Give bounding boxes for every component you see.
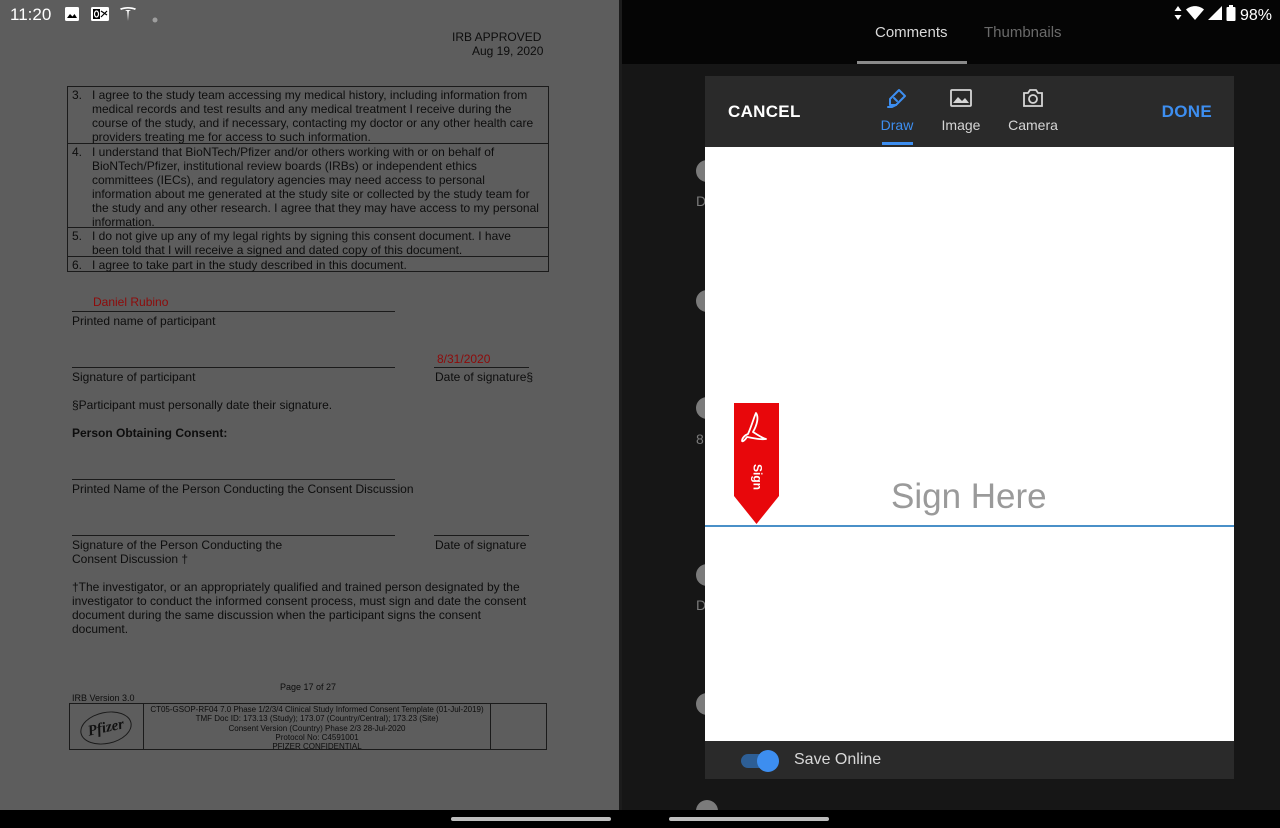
mode-tab-image[interactable]: Image — [931, 86, 991, 133]
person-signature-label: Signature of the Person Conducting the — [72, 538, 283, 552]
consent-item: 3. I agree to the study team accessing m… — [68, 87, 548, 144]
image-icon — [931, 86, 991, 110]
cancel-button[interactable]: CANCEL — [728, 102, 801, 122]
mode-tab-label: Image — [941, 117, 981, 133]
dot-icon — [152, 10, 158, 28]
save-online-toggle[interactable] — [741, 750, 779, 772]
mode-tab-camera[interactable]: Camera — [1003, 86, 1063, 133]
consent-item-number: 3. — [72, 88, 83, 102]
left-gesture-handle[interactable] — [451, 817, 611, 821]
person-date-label: Date of signature — [435, 538, 527, 552]
footer-line: CT05-GSOP-RF04 7.0 Phase 1/2/3/4 Clinica… — [150, 705, 484, 714]
date-of-signature-label: Date of signature§ — [435, 370, 534, 384]
battery-percentage: 98% — [1239, 6, 1272, 24]
toggle-knob — [757, 750, 779, 772]
status-indicators: 98% — [1174, 5, 1272, 26]
sign-flag-label: Sign — [750, 464, 764, 490]
footer-line: TMF Doc ID: 173.13 (Study); 173.07 (Coun… — [195, 714, 439, 724]
page-number: Page 17 of 27 — [280, 682, 337, 692]
mode-tab-label: Camera — [1008, 117, 1058, 133]
consent-item-text: I agree to the study team accessing my m… — [92, 88, 534, 144]
person-date-line — [434, 535, 529, 536]
right-gesture-handle[interactable] — [669, 817, 829, 821]
active-tab-indicator — [857, 61, 967, 64]
mode-tab-label: Draw — [880, 117, 914, 133]
participant-signature-line — [72, 367, 395, 368]
data-arrows-icon — [1174, 6, 1182, 25]
pen-icon — [867, 86, 927, 110]
consent-item-number: 5. — [72, 229, 83, 243]
outlook-icon — [90, 6, 110, 27]
signature-dialog: CANCEL Draw Image Camera DONE Sign Here … — [705, 76, 1234, 779]
status-bar: 11:20 98% — [0, 0, 1280, 28]
save-online-label: Save Online — [794, 751, 882, 768]
document-footer-text: CT05-GSOP-RF04 7.0 Phase 1/2/3/4 Clinica… — [144, 705, 490, 751]
tesla-icon — [119, 6, 137, 27]
consent-item: 6. I agree to take part in the study des… — [68, 257, 548, 272]
done-button[interactable]: DONE — [1162, 102, 1212, 122]
participant-name-value: Daniel Rubino — [93, 295, 169, 309]
participant-date-line — [434, 367, 529, 368]
footer-divider — [490, 704, 491, 749]
document-viewer[interactable]: IRB APPROVED Aug 19, 2020 3. I agree to … — [0, 0, 619, 810]
navigation-bar — [0, 810, 1280, 828]
signature-canvas[interactable]: Sign Here Sign — [705, 147, 1234, 741]
battery-icon — [1226, 5, 1236, 26]
person-signature-label-continued: Consent Discussion † — [72, 552, 189, 566]
signature-date-value: 8/31/2020 — [437, 352, 491, 366]
irb-stamp-line-2: Aug 19, 2020 — [472, 44, 544, 58]
signal-icon — [1207, 6, 1222, 25]
comment-snippet: 8 — [696, 431, 704, 447]
signature-baseline — [705, 525, 1234, 527]
dialog-header: CANCEL Draw Image Camera DONE — [705, 76, 1234, 147]
consent-item: 4. I understand that BioNTech/Pfizer and… — [68, 144, 548, 229]
wifi-icon — [1185, 6, 1204, 25]
consent-item-text: I understand that BioNTech/Pfizer and/or… — [92, 145, 539, 229]
participant-name-line — [72, 311, 395, 312]
person-obtaining-consent-heading: Person Obtaining Consent: — [72, 426, 228, 440]
image-icon — [64, 6, 80, 27]
irb-version: IRB Version 3.0 — [72, 693, 135, 703]
status-time: 11:20 — [10, 5, 52, 24]
sign-flag-icon: Sign — [734, 403, 779, 524]
footer-line: Consent Version (Country) Phase 2/3 28-J… — [228, 723, 406, 733]
irb-stamp-line-1: IRB APPROVED — [452, 30, 542, 44]
footer-line: Protocol No: C4591001 — [275, 732, 359, 742]
consent-item-text: I agree to take part in the study descri… — [92, 258, 407, 272]
person-name-line — [72, 479, 395, 480]
dialog-footer: Save Online — [705, 741, 1234, 779]
consent-statements-table: 3. I agree to the study team accessing m… — [67, 86, 549, 272]
footer-line: PFIZER CONFIDENTIAL — [272, 742, 362, 752]
consent-item-number: 6. — [72, 258, 83, 272]
date-note: §Participant must personally date their … — [72, 398, 333, 412]
person-signature-line — [72, 535, 395, 536]
mode-tab-draw[interactable]: Draw — [867, 86, 927, 133]
active-mode-indicator — [882, 142, 913, 145]
sign-here-placeholder: Sign Here — [891, 477, 1047, 516]
investigator-note: †The investigator, or an appropriately q… — [72, 580, 527, 636]
consent-item-text: I do not give up any of my legal rights … — [92, 229, 511, 257]
camera-icon — [1003, 86, 1063, 110]
consent-item: 5. I do not give up any of my legal righ… — [68, 228, 548, 257]
printed-name-person-label: Printed Name of the Person Conducting th… — [72, 482, 414, 496]
consent-item-number: 4. — [72, 145, 83, 159]
signature-of-participant-label: Signature of participant — [72, 370, 196, 384]
printed-name-label: Printed name of participant — [72, 314, 216, 328]
